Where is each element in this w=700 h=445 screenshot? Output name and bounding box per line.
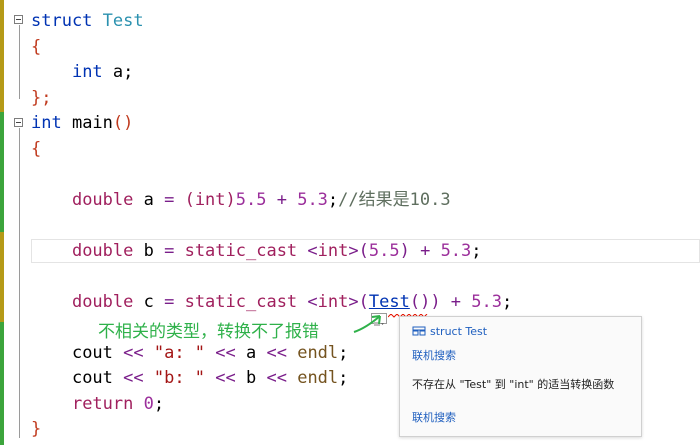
code-line-8[interactable]: double a = (int)5.5 + 5.3;//结果是10.3 bbox=[31, 188, 451, 213]
code-line-16[interactable]: return 0; bbox=[31, 392, 164, 417]
semicolon: ; bbox=[338, 343, 349, 363]
number: 0 bbox=[133, 394, 154, 414]
operator: + bbox=[266, 190, 298, 210]
keyword: int bbox=[317, 241, 349, 261]
operator: << bbox=[205, 343, 246, 363]
code-line-10[interactable]: double b = static_cast <int>(5.5) + 5.3; bbox=[31, 239, 482, 264]
variable: c bbox=[133, 292, 165, 312]
brace: { bbox=[31, 37, 42, 57]
code-line-3[interactable]: int a; bbox=[31, 60, 133, 85]
identifier: endl bbox=[297, 368, 339, 388]
variable: b bbox=[133, 241, 165, 261]
identifier: cout bbox=[71, 343, 113, 363]
gutter-change-bar-green bbox=[0, 112, 4, 232]
identifier: endl bbox=[297, 343, 339, 363]
operator: << bbox=[112, 343, 154, 363]
operator: < bbox=[297, 292, 318, 312]
paren: ( bbox=[358, 241, 369, 261]
code-line-6[interactable]: { bbox=[31, 137, 41, 162]
code-line-12[interactable]: double c = static_cast <int>(Test()) + 5… bbox=[31, 290, 512, 315]
call-parens: () bbox=[409, 292, 431, 312]
code-line-4[interactable]: }; bbox=[31, 86, 51, 111]
operator: << bbox=[205, 368, 246, 388]
keyword: double bbox=[71, 241, 134, 261]
keyword: static_cast bbox=[174, 241, 298, 261]
tooltip-struct-keyword: struct bbox=[430, 325, 462, 338]
operator: = bbox=[164, 292, 175, 312]
semicolon: ; bbox=[338, 368, 349, 388]
code-line-5[interactable]: int main() bbox=[31, 111, 133, 136]
operator: < bbox=[297, 241, 318, 261]
number: 5.3 bbox=[440, 241, 472, 261]
operator: = bbox=[164, 190, 175, 210]
code-line-17[interactable]: } bbox=[31, 417, 41, 442]
keyword: int bbox=[71, 62, 103, 82]
annotation-text: 不相关的类型，转换不了报错 bbox=[98, 322, 319, 342]
code-line-2[interactable]: { bbox=[31, 35, 41, 60]
fold-toggle-struct[interactable] bbox=[14, 15, 23, 24]
number: 5.3 bbox=[471, 292, 502, 312]
gutter-change-bar-green bbox=[0, 322, 4, 445]
number: 5.5 bbox=[368, 241, 400, 261]
type-name: Test bbox=[102, 11, 144, 31]
operator: << bbox=[112, 368, 154, 388]
keyword: int bbox=[31, 113, 62, 133]
annotation-arrow bbox=[353, 315, 381, 333]
fold-toggle-main[interactable] bbox=[14, 118, 23, 127]
semicolon: ; bbox=[327, 190, 339, 210]
member-decl: a; bbox=[102, 62, 134, 82]
number: 5.5 bbox=[235, 190, 267, 210]
fold-guide-line bbox=[19, 25, 20, 99]
keyword: int bbox=[317, 292, 349, 312]
comment: //结果是10.3 bbox=[338, 190, 451, 210]
semicolon: ; bbox=[502, 292, 513, 312]
keyword: double bbox=[71, 292, 134, 312]
semicolon: ; bbox=[471, 241, 482, 261]
tooltip-search-link[interactable]: 联机搜索 bbox=[412, 347, 456, 363]
brace: { bbox=[31, 139, 42, 159]
tooltip-struct-name: Test bbox=[465, 325, 488, 338]
function-name: main bbox=[61, 113, 113, 133]
brace: } bbox=[31, 419, 42, 439]
cast: (int) bbox=[174, 190, 236, 210]
variable: b bbox=[246, 368, 257, 388]
paren: ) bbox=[399, 241, 410, 261]
code-line-15[interactable]: cout << "b: " << b << endl; bbox=[31, 366, 348, 391]
tooltip-search-link[interactable]: 联机搜索 bbox=[412, 409, 456, 425]
brace: }; bbox=[31, 88, 52, 108]
operator: + bbox=[409, 241, 441, 261]
code-line-1[interactable]: struct Test bbox=[31, 9, 144, 34]
string-literal: "b: " bbox=[153, 368, 206, 388]
operator: << bbox=[256, 343, 298, 363]
fold-guide-line bbox=[19, 128, 20, 438]
operator: << bbox=[256, 368, 298, 388]
gutter-change-bar-yellow bbox=[0, 0, 4, 112]
tooltip-error-message: 不存在从 "Test" 到 "int" 的适当转换函数 bbox=[412, 378, 615, 391]
paren: ) bbox=[430, 292, 441, 312]
tooltip-symbol: struct Test bbox=[412, 325, 487, 339]
keyword: struct bbox=[31, 11, 93, 31]
identifier: cout bbox=[71, 368, 113, 388]
parens: () bbox=[112, 113, 134, 133]
gutter-change-bar-yellow bbox=[0, 232, 4, 322]
variable: a bbox=[246, 343, 257, 363]
semicolon: ; bbox=[153, 394, 165, 414]
operator: > bbox=[348, 241, 359, 261]
operator: = bbox=[164, 241, 175, 261]
number: 5.3 bbox=[297, 190, 328, 210]
struct-icon bbox=[412, 326, 426, 339]
operator: + bbox=[440, 292, 472, 312]
code-line-14[interactable]: cout << "a: " << a << endl; bbox=[31, 341, 348, 366]
variable: a bbox=[133, 190, 165, 210]
keyword: static_cast bbox=[174, 292, 298, 312]
error-tooltip: struct Test 联机搜索 不存在从 "Test" 到 "int" 的适当… bbox=[399, 316, 642, 437]
keyword: return bbox=[71, 394, 134, 414]
string-literal: "a: " bbox=[153, 343, 206, 363]
keyword: double bbox=[71, 190, 134, 210]
